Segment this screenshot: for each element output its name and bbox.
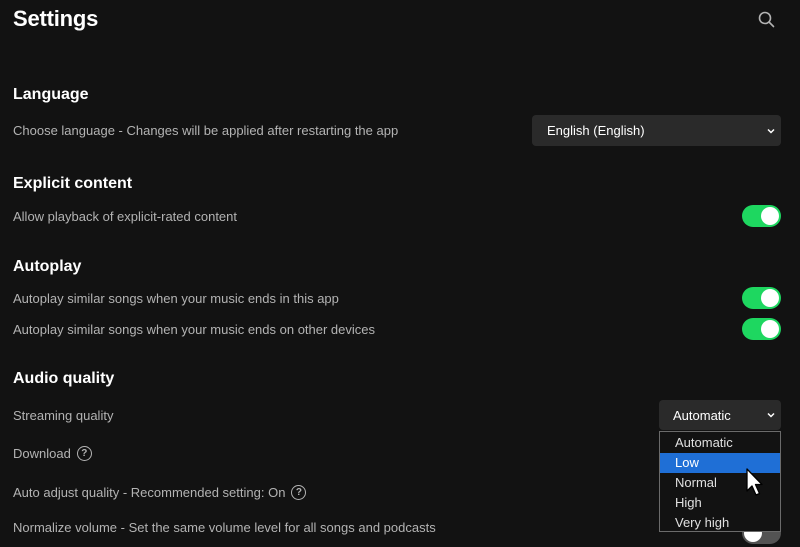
- chevron-down-icon: [767, 412, 775, 418]
- chevron-down-icon: [767, 128, 775, 134]
- toggle-knob: [761, 320, 779, 338]
- toggle-knob: [761, 289, 779, 307]
- dropdown-option-automatic[interactable]: Automatic: [660, 433, 780, 453]
- autoplay-other-devices-toggle[interactable]: [742, 318, 781, 340]
- explicit-toggle[interactable]: [742, 205, 781, 227]
- auto-adjust-label-row: Auto adjust quality - Recommended settin…: [13, 485, 307, 500]
- dropdown-option-high[interactable]: High: [660, 493, 780, 513]
- autoplay-this-app-label: Autoplay similar songs when your music e…: [13, 291, 339, 306]
- explicit-label: Allow playback of explicit-rated content: [13, 209, 238, 224]
- language-select-value: English (English): [547, 123, 645, 138]
- language-label: Choose language - Changes will be applie…: [13, 123, 399, 138]
- auto-adjust-label: Auto adjust quality - Recommended settin…: [13, 485, 286, 500]
- search-icon: [758, 11, 775, 28]
- help-icon[interactable]: ?: [291, 485, 307, 500]
- streaming-quality-value: Automatic: [673, 407, 731, 423]
- explicit-heading: Explicit content: [13, 175, 133, 192]
- streaming-quality-label: Streaming quality: [13, 408, 114, 423]
- audio-quality-heading: Audio quality: [13, 370, 115, 387]
- autoplay-heading: Autoplay: [13, 258, 82, 275]
- language-select[interactable]: English (English): [532, 115, 781, 146]
- help-icon[interactable]: ?: [76, 446, 92, 461]
- download-label: Download: [13, 446, 71, 461]
- page-title: Settings: [13, 6, 99, 31]
- autoplay-this-app-toggle[interactable]: [742, 287, 781, 309]
- streaming-quality-select[interactable]: Automatic: [659, 400, 781, 430]
- dropdown-option-low[interactable]: Low: [660, 453, 780, 473]
- toggle-knob: [761, 207, 779, 225]
- download-label-row: Download ?: [13, 446, 92, 461]
- streaming-quality-dropdown: Automatic Low Normal High Very high: [659, 431, 781, 532]
- language-heading: Language: [13, 86, 89, 103]
- dropdown-option-very-high[interactable]: Very high: [660, 513, 780, 533]
- autoplay-other-devices-label: Autoplay similar songs when your music e…: [13, 322, 376, 337]
- search-button[interactable]: [756, 9, 778, 31]
- normalize-volume-label: Normalize volume - Set the same volume l…: [13, 520, 436, 535]
- dropdown-option-normal[interactable]: Normal: [660, 473, 780, 493]
